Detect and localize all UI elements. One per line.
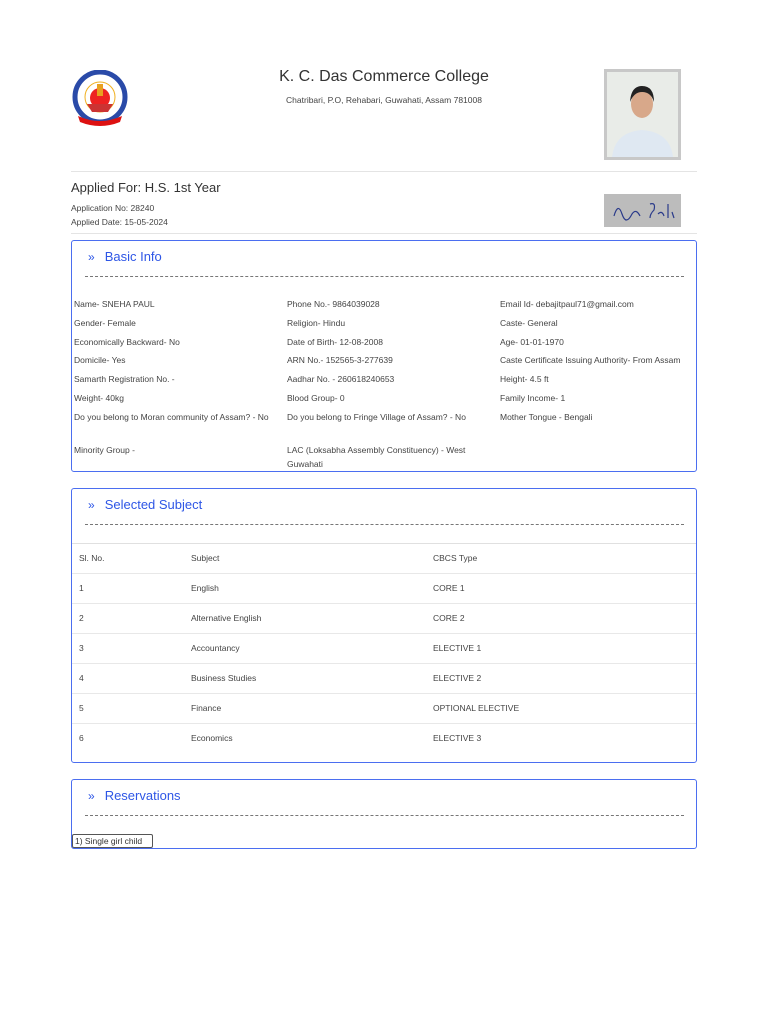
table-row: 6 Economics ELECTIVE 3 xyxy=(72,723,696,753)
info-field: LAC (Loksabha Assembly Constituency) - W… xyxy=(287,445,466,469)
table-cell: Business Studies xyxy=(191,673,257,683)
info-field: Caste Certificate Issuing Authority- Fro… xyxy=(500,355,681,365)
info-field: Email Id- debajitpaul71@gmail.com xyxy=(500,299,634,309)
info-field: Minority Group - xyxy=(74,445,135,455)
table-cell: 4 xyxy=(79,673,84,683)
table-cell: OPTIONAL ELECTIVE xyxy=(433,703,520,713)
info-field: Do you belong to Moran community of Assa… xyxy=(74,412,269,422)
basic-info-section: » Basic Info Name- SNEHA PAUL Phone No.- 9… xyxy=(71,240,697,472)
table-cell: 1 xyxy=(79,583,84,593)
table-cell: 3 xyxy=(79,643,84,653)
info-field: Gender- Female xyxy=(74,318,136,328)
info-field: Family Income- 1 xyxy=(500,393,566,403)
table-cell: 5 xyxy=(79,703,84,713)
table-header: Sl. No. Subject CBCS Type xyxy=(72,543,696,573)
info-field: Blood Group- 0 xyxy=(287,393,345,403)
chevron-double-right-icon: » xyxy=(88,498,95,512)
table-cell: Economics xyxy=(191,733,233,743)
info-field: Date of Birth- 12-08-2008 xyxy=(287,337,383,347)
table-cell: Finance xyxy=(191,703,222,713)
info-field: Mother Tongue - Bengali xyxy=(500,412,593,422)
table-cell: 6 xyxy=(79,733,84,743)
info-field: Samarth Registration No. - xyxy=(74,374,175,384)
column-header: CBCS Type xyxy=(433,553,478,563)
divider xyxy=(71,171,697,172)
table-cell: English xyxy=(191,583,219,593)
table-cell: Alternative English xyxy=(191,613,262,623)
table-cell: ELECTIVE 1 xyxy=(433,643,482,653)
info-field: Religion- Hindu xyxy=(287,318,346,328)
selected-subject-section: » Selected Subject Sl. No. Subject CBCS T… xyxy=(71,488,697,763)
table-row: 3 Accountancy ELECTIVE 1 xyxy=(72,633,696,663)
info-field: Height- 4.5 ft xyxy=(500,374,549,384)
reservation-item: 1) Single girl child xyxy=(72,834,154,848)
section-title: Reservations xyxy=(104,788,181,803)
table-cell: CORE 2 xyxy=(433,613,465,623)
applicant-signature xyxy=(604,194,681,227)
info-field: Name- SNEHA PAUL xyxy=(74,299,155,309)
info-field: Aadhar No. - 260618240653 xyxy=(287,374,395,384)
info-field: Age- 01-01-1970 xyxy=(500,337,564,347)
section-title: Basic Info xyxy=(104,249,162,264)
info-field: Caste- General xyxy=(500,318,558,328)
applied-date: Applied Date: 15-05-2024 xyxy=(71,217,168,227)
application-no: Application No: 28240 xyxy=(71,203,155,213)
applied-for: Applied For: H.S. 1st Year xyxy=(71,180,221,195)
table-cell: CORE 1 xyxy=(433,583,465,593)
info-field: Economically Backward- No xyxy=(74,337,180,347)
table-row: 2 Alternative English CORE 2 xyxy=(72,603,696,633)
info-field: Weight- 40kg xyxy=(74,393,124,403)
table-cell: 2 xyxy=(79,613,84,623)
info-field: Do you belong to Fringe Village of Assam… xyxy=(287,412,466,422)
reservations-section: » Reservations 1) Single girl child xyxy=(71,779,697,849)
info-field: Domicile- Yes xyxy=(74,355,126,365)
table-row: 4 Business Studies ELECTIVE 2 xyxy=(72,663,696,693)
info-field: Phone No.- 9864039028 xyxy=(287,299,380,309)
table-cell: Accountancy xyxy=(191,643,240,653)
table-row: 5 Finance OPTIONAL ELECTIVE xyxy=(72,693,696,723)
table-row: 1 English CORE 1 xyxy=(72,573,696,603)
section-title: Selected Subject xyxy=(104,497,203,512)
applicant-photo xyxy=(604,69,681,160)
chevron-double-right-icon: » xyxy=(88,789,95,803)
table-cell: ELECTIVE 2 xyxy=(433,673,482,683)
divider xyxy=(71,233,697,234)
column-header: Sl. No. xyxy=(79,553,105,563)
info-field: ARN No.- 152565-3-277639 xyxy=(287,355,393,365)
chevron-double-right-icon: » xyxy=(88,250,95,264)
column-header: Subject xyxy=(191,553,220,563)
table-cell: ELECTIVE 3 xyxy=(433,733,482,743)
